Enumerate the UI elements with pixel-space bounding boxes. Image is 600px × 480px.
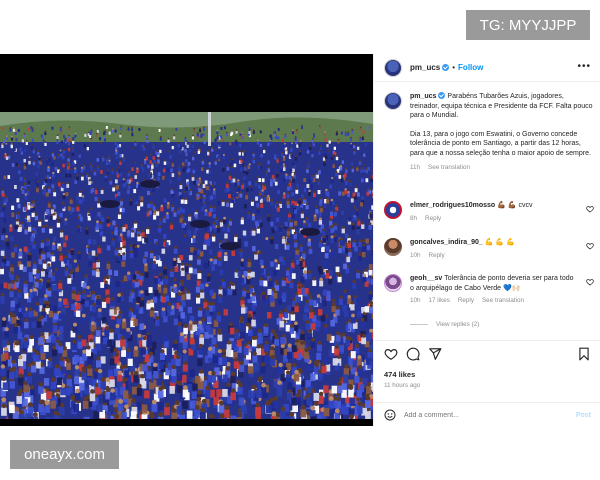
crowd-photo (0, 112, 373, 419)
add-comment-bar: Post (374, 402, 600, 427)
watermark-bottom: oneayx.com (10, 440, 119, 469)
likes-count[interactable]: 474 likes (384, 370, 415, 379)
verified-badge-icon (438, 92, 446, 99)
post-comment-button[interactable]: Post (576, 412, 591, 419)
comment-time: 10h (410, 297, 421, 305)
comment-time: 10h (410, 251, 421, 259)
commenter-username[interactable]: geoh__sv (410, 275, 442, 282)
replies-divider-line (410, 324, 428, 325)
see-translation-link[interactable]: See translation (482, 297, 524, 304)
follow-button[interactable]: Follow (458, 63, 483, 72)
emoji-icon[interactable] (384, 409, 396, 421)
post-timestamp[interactable]: 11 hours ago (384, 382, 420, 389)
like-comment-heart-icon[interactable] (586, 205, 594, 213)
caption-username[interactable]: pm_ucs (410, 92, 446, 100)
comment-item: goncalves_indira_90_ 💪 💪 💪 10h Reply (384, 238, 594, 259)
caption-author-avatar[interactable] (384, 92, 402, 110)
watermark-top: TG: MYYJJPP (466, 10, 590, 40)
actions-row (384, 347, 591, 361)
save-bookmark-icon[interactable] (577, 347, 591, 361)
comment-bubble-icon[interactable] (406, 347, 420, 361)
comment-item: elmer_rodrigues10mosso 💪🏾 💪🏾 cvcv 8h Reply (384, 201, 594, 222)
share-paper-plane-icon[interactable] (428, 347, 442, 361)
caption-paragraph-2: Dia 13, para o jogo com Eswatini, o Gove… (410, 130, 591, 157)
post-panel: pm_ucs • Follow ••• pm_ucs Parabéns Tuba… (373, 54, 600, 426)
commenter-username[interactable]: goncalves_indira_90_ (410, 239, 483, 246)
post-actions-section: 474 likes 11 hours ago Post (374, 340, 600, 426)
commenter-avatar[interactable] (384, 201, 402, 219)
reply-link[interactable]: Reply (429, 252, 445, 259)
add-comment-input[interactable] (404, 411, 554, 419)
like-heart-icon[interactable] (384, 347, 398, 361)
post-caption: pm_ucs Parabéns Tubarões Azuis, jogadore… (384, 92, 594, 172)
like-comment-heart-icon[interactable] (586, 278, 594, 286)
post-media[interactable] (0, 54, 373, 426)
post-header: pm_ucs • Follow ••• (374, 54, 600, 82)
see-translation-link[interactable]: See translation (428, 164, 470, 171)
view-replies-button[interactable]: View replies (2) (410, 321, 479, 328)
separator-dot: • (452, 63, 456, 72)
comment-text: 💪🏾 💪🏾 cvcv (497, 202, 533, 209)
commenter-avatar[interactable] (384, 238, 402, 256)
reply-link[interactable]: Reply (425, 215, 441, 222)
comment-text: 💪 💪 💪 (484, 239, 515, 246)
reply-link[interactable]: Reply (458, 297, 474, 304)
author-avatar[interactable] (384, 58, 402, 77)
verified-badge-icon (442, 64, 450, 71)
comment-time: 8h (410, 214, 418, 222)
comment-likes[interactable]: 17 likes (429, 297, 450, 304)
caption-meta: 11h See translation (410, 163, 594, 173)
commenter-username[interactable]: elmer_rodrigues10mosso (410, 202, 495, 209)
caption-time: 11h (410, 163, 421, 171)
comment-item: geoh__sv Tolerância de ponto deveria ser … (384, 274, 594, 304)
like-comment-heart-icon[interactable] (586, 242, 594, 250)
more-options-icon[interactable]: ••• (577, 62, 591, 72)
author-username[interactable]: pm_ucs (410, 63, 450, 72)
commenter-avatar[interactable] (384, 274, 402, 292)
